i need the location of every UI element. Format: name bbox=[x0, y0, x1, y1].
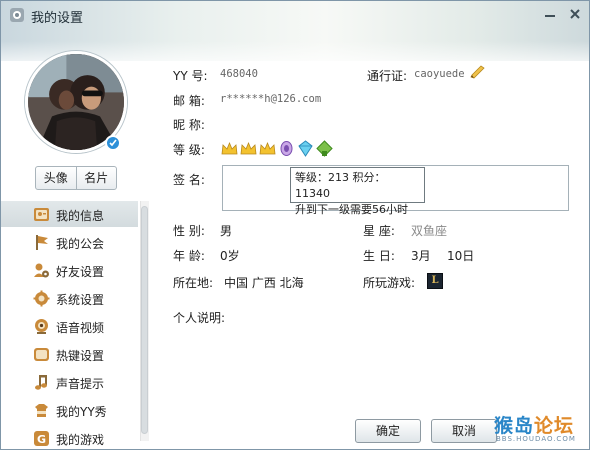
avatar-button[interactable]: 头像 bbox=[36, 167, 76, 189]
watermark-text-a: 猴岛 bbox=[494, 415, 535, 437]
nickname-label: 昵 称: bbox=[173, 118, 205, 132]
gear-icon bbox=[33, 290, 50, 307]
age-label: 年 龄: bbox=[173, 249, 205, 263]
yy-number-label: YY 号: bbox=[173, 69, 208, 83]
title-bar: 我的设置 bbox=[1, 1, 589, 29]
avatar-card-toggle: 头像 名片 bbox=[35, 166, 117, 190]
flag-icon bbox=[36, 235, 48, 250]
music-note-icon bbox=[35, 375, 47, 390]
zodiac-value: 双鱼座 bbox=[411, 224, 448, 238]
level-badges[interactable] bbox=[221, 140, 333, 158]
games-label: 所玩游戏: bbox=[363, 276, 416, 290]
yy-number-value: 468040 bbox=[220, 68, 258, 80]
nav-label: 我的信息 bbox=[56, 209, 105, 223]
email-value: r******h@126.com bbox=[220, 93, 322, 105]
location-label: 所在地: bbox=[173, 276, 214, 290]
friend-settings-icon bbox=[34, 263, 49, 278]
nav-item-my-games[interactable]: G 我的游戏 bbox=[1, 425, 138, 449]
birthday-day: 10日 bbox=[447, 249, 475, 263]
card-button[interactable]: 名片 bbox=[75, 167, 117, 189]
nav-label: 好友设置 bbox=[56, 265, 105, 279]
star-icon bbox=[316, 140, 333, 157]
game-icon: G bbox=[34, 431, 49, 446]
passport-value: caoyuede bbox=[414, 68, 465, 80]
verified-badge-icon bbox=[105, 135, 121, 151]
gender-value: 男 bbox=[220, 224, 233, 238]
settings-nav: 我的信息 我的公会 好友设置 系统设置 语音视频 热键设置 声音提示 我的YY秀… bbox=[1, 201, 138, 449]
description-label: 个人说明: bbox=[173, 311, 226, 325]
settings-window: 我的设置 头像 名片 我的信息 我的公会 好友设置 系统设置 语音视频 热键设置… bbox=[0, 0, 590, 450]
age-value: 0岁 bbox=[220, 249, 240, 263]
nav-item-yy-show[interactable]: 我的YY秀 bbox=[1, 397, 138, 423]
sun-icon bbox=[280, 141, 293, 156]
nav-label: 我的游戏 bbox=[56, 433, 105, 447]
cancel-button[interactable]: 取消 bbox=[431, 419, 497, 443]
nav-item-my-guild[interactable]: 我的公会 bbox=[1, 229, 138, 255]
close-icon bbox=[570, 9, 580, 19]
moon-icon bbox=[298, 140, 313, 157]
svg-text:G: G bbox=[37, 433, 46, 446]
minimize-icon bbox=[545, 15, 555, 17]
id-card-icon bbox=[34, 208, 49, 221]
ok-button[interactable]: 确定 bbox=[355, 419, 421, 443]
zodiac-label: 星 座: bbox=[363, 224, 395, 238]
nav-label: 声音提示 bbox=[56, 377, 105, 391]
tooltip-next-level: 升到下一级需要56小时 bbox=[295, 203, 408, 216]
watermark-logo: 猴岛论坛 bbox=[494, 411, 574, 438]
watermark-text-b: 论坛 bbox=[534, 415, 575, 437]
watermark-url: BBS.HOUDAO.COM bbox=[496, 435, 576, 443]
hotkey-icon bbox=[34, 348, 49, 361]
gender-label: 性 别: bbox=[173, 224, 205, 238]
location-value: 中国 广西 北海 bbox=[224, 276, 304, 290]
league-of-legends-icon[interactable]: L bbox=[427, 273, 443, 289]
tooltip-level-points: 等级：213 积分：11340 bbox=[295, 171, 386, 200]
webcam-icon bbox=[35, 319, 48, 334]
email-label: 邮 箱: bbox=[173, 94, 205, 108]
passport-label: 通行证: bbox=[367, 69, 408, 83]
crown-icon bbox=[259, 141, 276, 155]
nav-scrollbar-thumb[interactable] bbox=[141, 206, 148, 434]
nav-item-voice-video[interactable]: 语音视频 bbox=[1, 313, 138, 339]
nav-item-sound-alerts[interactable]: 声音提示 bbox=[1, 369, 138, 395]
nav-item-my-info[interactable]: 我的信息 bbox=[1, 201, 138, 227]
minimize-button[interactable] bbox=[541, 6, 559, 24]
level-label: 等 级: bbox=[173, 143, 205, 157]
nav-item-friend-settings[interactable]: 好友设置 bbox=[1, 257, 138, 283]
crown-icon bbox=[221, 141, 238, 155]
nav-label: 我的YY秀 bbox=[56, 405, 107, 419]
birthday-month: 3月 bbox=[411, 249, 431, 263]
nav-item-system-settings[interactable]: 系统设置 bbox=[1, 285, 138, 311]
edit-passport-icon[interactable] bbox=[470, 65, 486, 79]
nav-label: 语音视频 bbox=[56, 321, 105, 335]
nav-label: 系统设置 bbox=[56, 293, 105, 307]
close-button[interactable] bbox=[566, 6, 584, 24]
nav-label: 我的公会 bbox=[56, 237, 105, 251]
signature-label: 签 名: bbox=[173, 173, 205, 187]
level-tooltip: 等级：213 积分：11340 升到下一级需要56小时 bbox=[290, 167, 425, 216]
forum-watermark: 猴岛论坛 BBS.HOUDAO.COM bbox=[494, 411, 586, 449]
birthday-label: 生 日: bbox=[363, 249, 395, 263]
yy-show-icon bbox=[35, 404, 48, 417]
crown-icon bbox=[240, 141, 257, 155]
yy-app-icon bbox=[10, 8, 24, 22]
nav-label: 热键设置 bbox=[56, 349, 105, 363]
nav-item-hotkeys[interactable]: 热键设置 bbox=[1, 341, 138, 367]
window-title: 我的设置 bbox=[31, 11, 84, 26]
